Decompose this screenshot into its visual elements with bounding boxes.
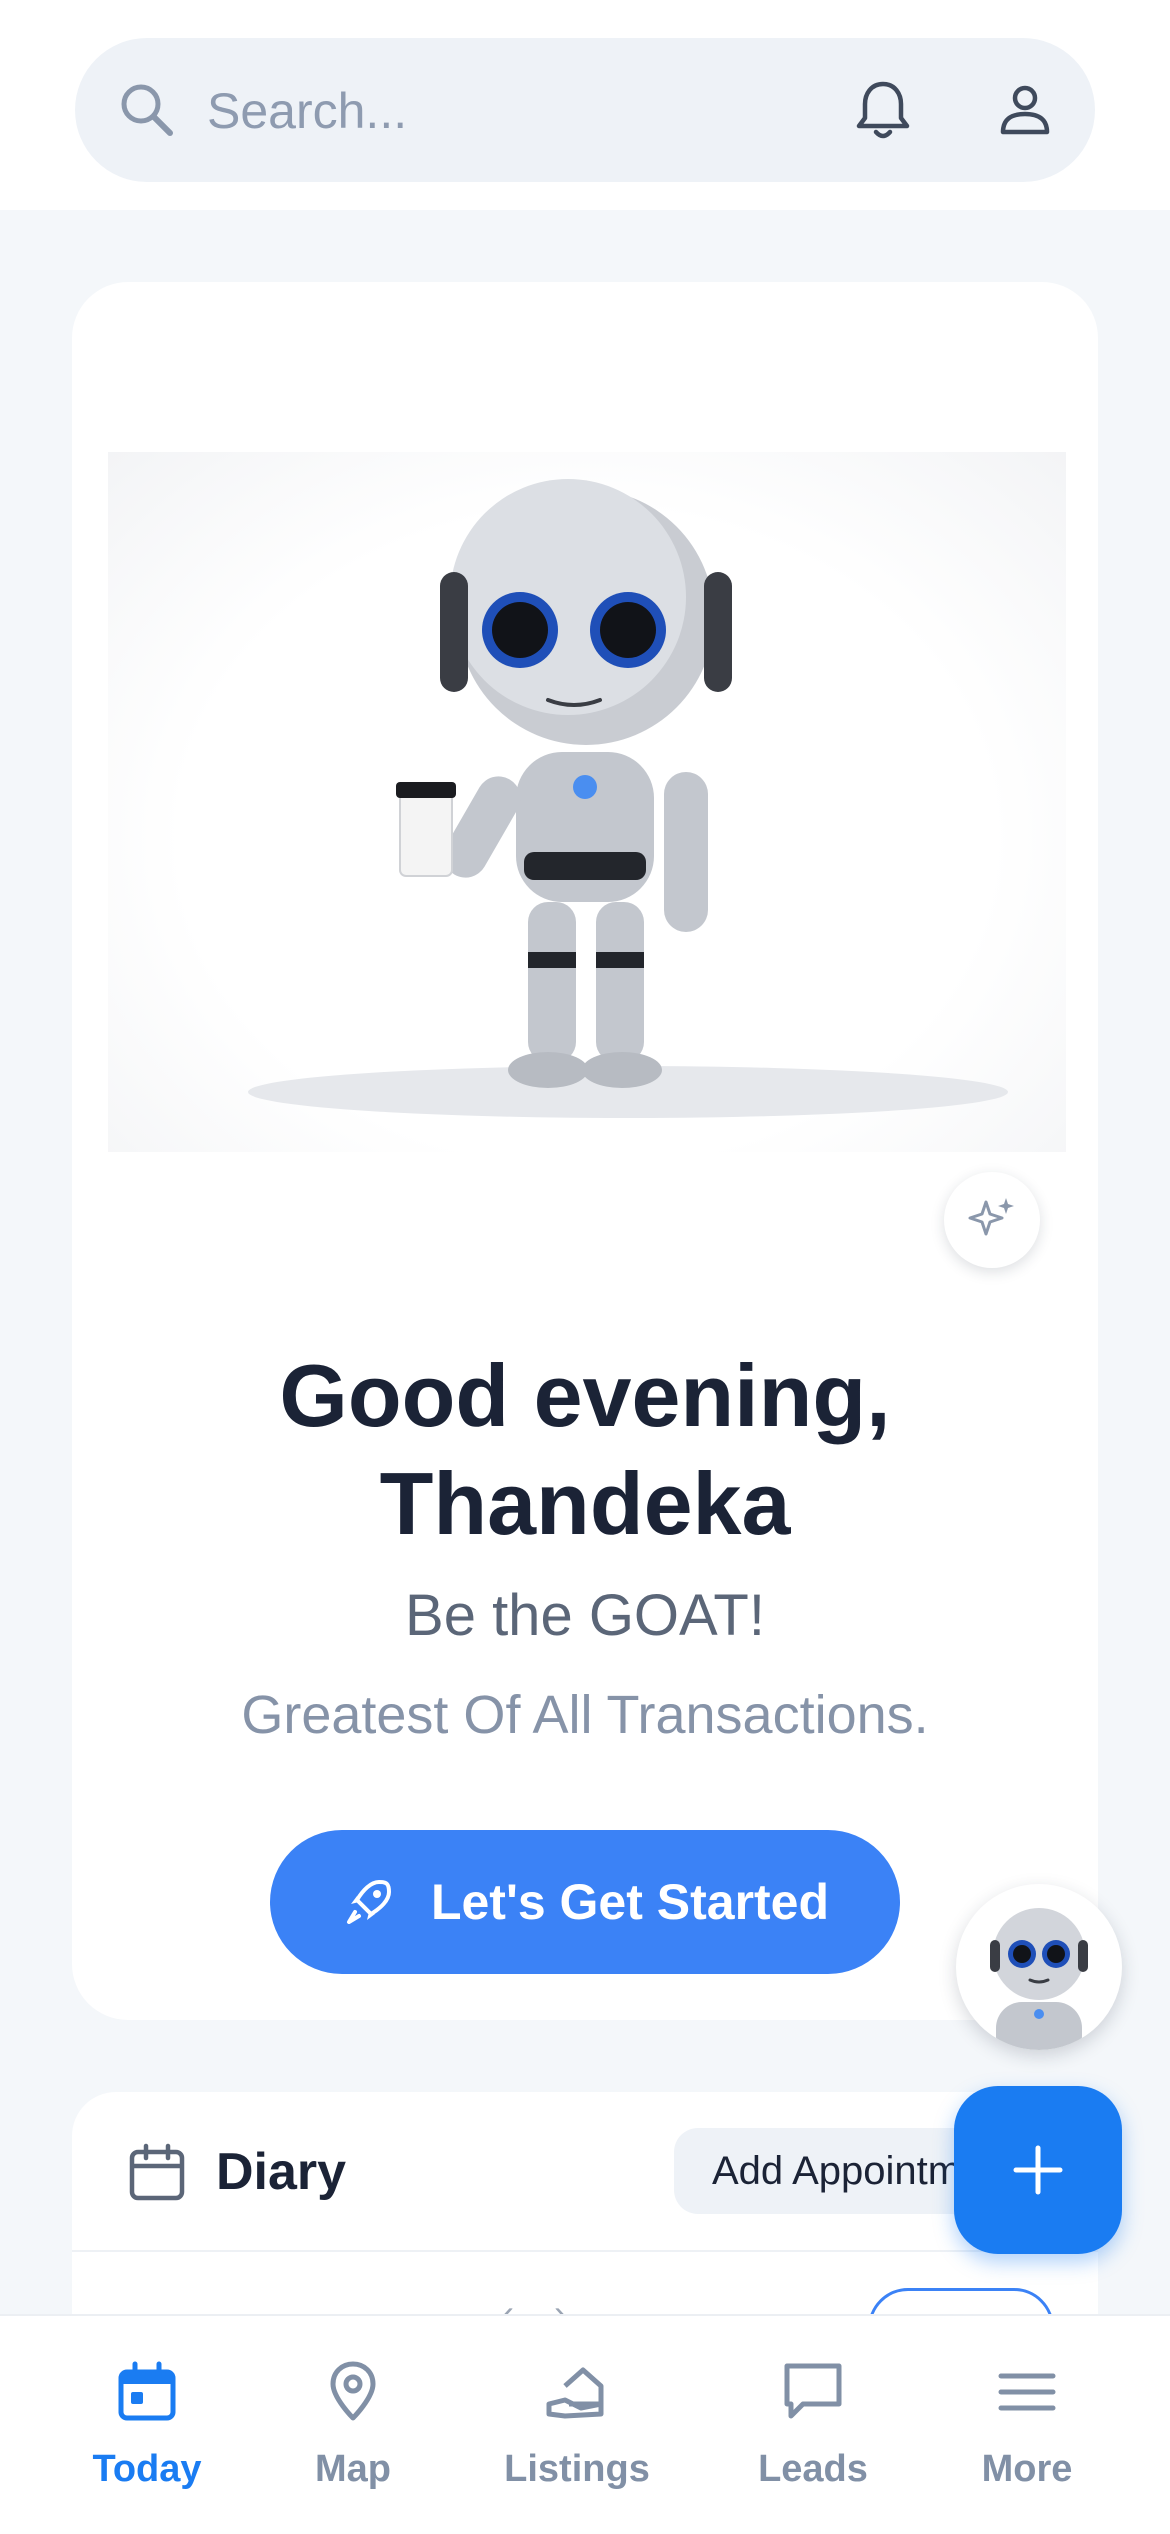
nav-leads-label: Leads: [758, 2448, 868, 2490]
nav-today[interactable]: Today: [52, 2316, 242, 2534]
nav-listings[interactable]: Listings: [482, 2316, 672, 2534]
nav-map-label: Map: [315, 2448, 391, 2490]
calendar-icon: [129, 2143, 185, 2201]
search-icon: [121, 84, 173, 136]
robot-illustration: [108, 452, 1066, 1152]
greeting-name: Thandeka: [379, 1454, 791, 1553]
ai-sparkle-button[interactable]: [944, 1172, 1040, 1268]
add-fab-button[interactable]: [954, 2086, 1122, 2254]
tagline-text: Greatest Of All Transactions.: [241, 1685, 929, 1745]
nav-more[interactable]: More: [932, 2316, 1122, 2534]
greeting-line-1: Good evening,: [279, 1346, 891, 1445]
top-bar: [0, 0, 1170, 210]
greeting: Good evening, Thandeka: [72, 1342, 1098, 1558]
assistant-avatar-button[interactable]: [956, 1884, 1122, 2050]
nav-today-label: Today: [92, 2448, 202, 2490]
search-bar[interactable]: [75, 38, 1095, 182]
bottom-navigation: Today Map Listings Leads More: [0, 2314, 1170, 2534]
slogan-text: Be the GOAT!: [405, 1583, 765, 1648]
bell-icon[interactable]: [847, 74, 919, 146]
rocket-icon: [346, 1880, 391, 1924]
listings-icon: [546, 2367, 604, 2419]
diary-title: Diary: [216, 2143, 347, 2201]
robot-avatar-icon: [990, 1908, 1088, 2050]
user-icon[interactable]: [989, 74, 1061, 146]
calendar-icon: [118, 2361, 176, 2421]
chat-icon: [784, 2363, 842, 2419]
divider: [72, 2250, 1098, 2252]
get-started-button[interactable]: Let's Get Started: [270, 1830, 900, 1974]
get-started-label: Let's Get Started: [430, 1874, 830, 1930]
map-pin-icon: [330, 2361, 376, 2421]
search-input[interactable]: [205, 70, 769, 152]
nav-leads[interactable]: Leads: [718, 2316, 908, 2534]
nav-map[interactable]: Map: [258, 2316, 448, 2534]
sparkles-icon: [968, 1198, 1014, 1236]
menu-icon: [998, 2373, 1056, 2411]
welcome-card: Good evening, Thandeka Be the GOAT! Grea…: [72, 282, 1098, 2020]
nav-more-label: More: [981, 2448, 1073, 2490]
plus-icon: [1013, 2145, 1063, 2195]
nav-listings-label: Listings: [504, 2448, 650, 2490]
